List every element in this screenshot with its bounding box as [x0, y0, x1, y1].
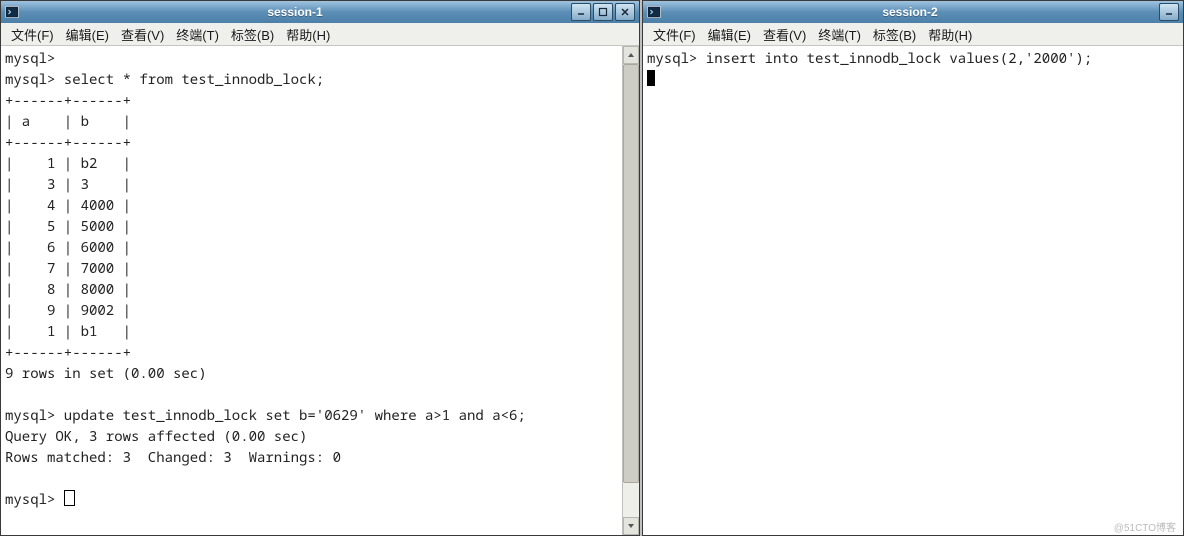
menu-file[interactable]: 文件(F): [647, 23, 702, 46]
terminal-output[interactable]: mysql> mysql> select * from test_innodb_…: [1, 46, 622, 535]
terminal-cursor: [64, 490, 75, 506]
menu-terminal[interactable]: 终端(T): [170, 23, 225, 46]
scroll-track[interactable]: [623, 64, 639, 517]
close-button[interactable]: [615, 3, 635, 21]
menubar: 文件(F) 编辑(E) 查看(V) 终端(T) 标签(B) 帮助(H): [643, 23, 1183, 46]
window-title: session-1: [25, 5, 565, 19]
menu-view[interactable]: 查看(V): [115, 23, 170, 46]
titlebar-2[interactable]: session-2: [643, 1, 1183, 23]
window-controls: [1159, 3, 1179, 21]
terminal-text: mysql> mysql> select * from test_innodb_…: [5, 49, 526, 509]
window-controls: [571, 3, 635, 21]
menu-tabs[interactable]: 标签(B): [867, 23, 922, 46]
menu-file[interactable]: 文件(F): [5, 23, 60, 46]
window-session-2: session-2 文件(F) 编辑(E) 查看(V) 终端(T) 标签(B) …: [642, 0, 1184, 536]
maximize-button[interactable]: [593, 3, 613, 21]
window-session-1: session-1 文件(F) 编辑(E) 查看(V) 终端(T) 标签(B) …: [0, 0, 640, 536]
minimize-button[interactable]: [1159, 3, 1179, 21]
terminal-output[interactable]: mysql> insert into test_innodb_lock valu…: [643, 46, 1183, 535]
terminal-text: mysql> insert into test_innodb_lock valu…: [647, 49, 1092, 68]
menu-tabs[interactable]: 标签(B): [225, 23, 280, 46]
desktop: session-1 文件(F) 编辑(E) 查看(V) 终端(T) 标签(B) …: [0, 0, 1184, 536]
titlebar-1[interactable]: session-1: [1, 1, 639, 23]
menu-help[interactable]: 帮助(H): [922, 23, 978, 46]
menu-edit[interactable]: 编辑(E): [60, 23, 115, 46]
terminal-cursor: [647, 70, 655, 86]
minimize-button[interactable]: [571, 3, 591, 21]
vertical-scrollbar[interactable]: [622, 46, 639, 535]
app-terminal-icon: [647, 5, 661, 19]
scroll-down-button[interactable]: [623, 517, 639, 535]
scroll-thumb[interactable]: [623, 64, 639, 483]
app-terminal-icon: [5, 5, 19, 19]
menu-help[interactable]: 帮助(H): [280, 23, 336, 46]
menu-terminal[interactable]: 终端(T): [812, 23, 867, 46]
menu-view[interactable]: 查看(V): [757, 23, 812, 46]
window-title: session-2: [667, 5, 1153, 19]
menu-edit[interactable]: 编辑(E): [702, 23, 757, 46]
menubar: 文件(F) 编辑(E) 查看(V) 终端(T) 标签(B) 帮助(H): [1, 23, 639, 46]
scroll-up-button[interactable]: [623, 46, 639, 64]
